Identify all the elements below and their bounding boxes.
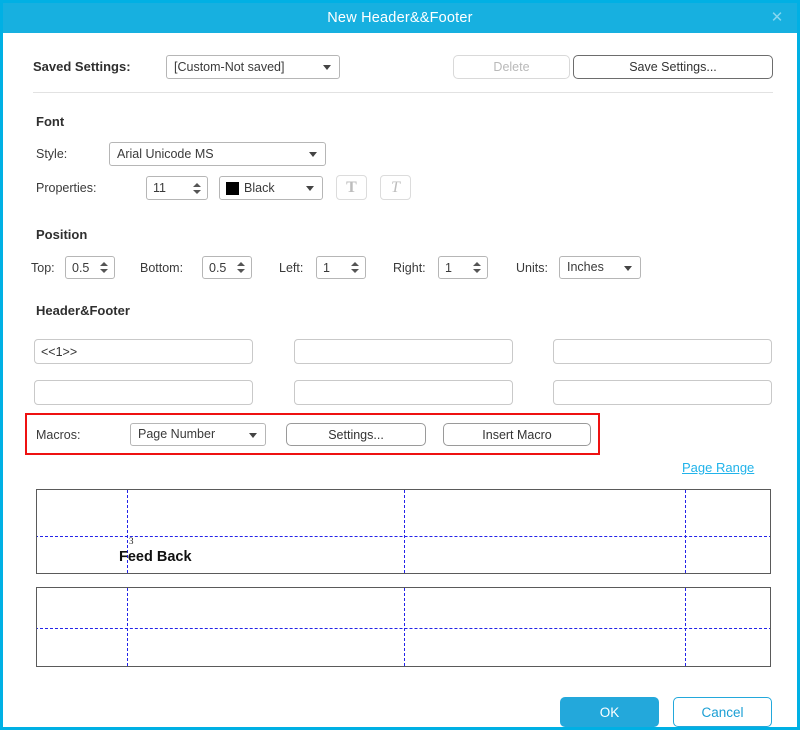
bold-toggle-button[interactable]: T <box>336 175 367 200</box>
stepper-arrows-icon[interactable] <box>350 257 360 278</box>
position-top-stepper[interactable]: 0.5 <box>65 256 115 279</box>
dialog-title: New Header&&Footer <box>327 10 473 26</box>
divider-top <box>33 92 773 93</box>
guide-vertical-center <box>404 588 405 666</box>
insert-macro-button[interactable]: Insert Macro <box>443 423 591 446</box>
stepper-arrows-icon[interactable] <box>472 257 482 278</box>
guide-horizontal-margin <box>37 536 770 537</box>
new-header-footer-dialog: New Header&&Footer ✕ Saved Settings: [Cu… <box>0 0 800 730</box>
position-top-value: 0.5 <box>72 260 90 275</box>
title-bar: New Header&&Footer ✕ <box>3 3 797 33</box>
position-bottom-value: 0.5 <box>209 260 227 275</box>
position-left-value: 1 <box>323 260 330 275</box>
close-icon[interactable]: ✕ <box>765 7 789 29</box>
font-size-value: 11 <box>153 181 166 195</box>
footer-right-input[interactable] <box>553 380 772 405</box>
position-units-value: Inches <box>567 260 604 275</box>
font-style-select[interactable]: Arial Unicode MS <box>109 142 326 166</box>
font-style-value: Arial Unicode MS <box>117 146 214 161</box>
macros-selected-value: Page Number <box>138 427 216 442</box>
chevron-down-icon <box>309 152 317 157</box>
italic-toggle-button[interactable]: T <box>380 175 411 200</box>
cancel-button[interactable]: Cancel <box>673 697 772 727</box>
position-bottom-stepper[interactable]: 0.5 <box>202 256 252 279</box>
font-section-title: Font <box>36 114 65 129</box>
font-color-value: Black <box>244 180 275 195</box>
position-right-stepper[interactable]: 1 <box>438 256 488 279</box>
position-left-stepper[interactable]: 1 <box>316 256 366 279</box>
saved-settings-label: Saved Settings: <box>33 59 131 74</box>
stepper-arrows-icon[interactable] <box>236 257 246 278</box>
font-style-label: Style: <box>36 147 68 161</box>
font-properties-label: Properties: <box>36 181 97 195</box>
guide-vertical-left <box>127 588 128 666</box>
chevron-down-icon <box>306 186 314 191</box>
guide-vertical-right <box>685 588 686 666</box>
guide-vertical-center <box>404 490 405 573</box>
position-section-title: Position <box>36 227 88 242</box>
header-center-input[interactable] <box>294 339 513 364</box>
header-left-input[interactable]: <<1>> <box>34 339 253 364</box>
guide-horizontal-margin <box>37 628 770 629</box>
position-right-label: Right: <box>393 261 426 275</box>
position-right-value: 1 <box>445 260 452 275</box>
saved-settings-select[interactable]: [Custom-Not saved] <box>166 55 340 79</box>
save-settings-button[interactable]: Save Settings... <box>573 55 773 79</box>
preview-body-text: Feed Back <box>119 549 192 565</box>
color-swatch <box>226 182 239 195</box>
font-color-select[interactable]: Black <box>219 176 323 200</box>
position-units-select[interactable]: Inches <box>559 256 641 279</box>
chevron-down-icon <box>624 265 632 271</box>
page-range-link[interactable]: Page Range <box>682 460 754 475</box>
footer-left-input[interactable] <box>34 380 253 405</box>
ok-button[interactable]: OK <box>560 697 659 727</box>
header-right-input[interactable] <box>553 339 772 364</box>
delete-settings-button[interactable]: Delete <box>453 55 570 79</box>
guide-vertical-right <box>685 490 686 573</box>
preview-page-first[interactable]: 3 Feed Back <box>36 489 771 574</box>
header-footer-section-title: Header&Footer <box>36 303 130 318</box>
footer-center-input[interactable] <box>294 380 513 405</box>
stepper-arrows-icon[interactable] <box>99 257 109 278</box>
saved-settings-value: [Custom-Not saved] <box>174 59 285 74</box>
macro-settings-button[interactable]: Settings... <box>286 423 426 446</box>
chevron-down-icon <box>323 65 331 70</box>
font-size-stepper[interactable]: 11 <box>146 176 208 200</box>
position-left-label: Left: <box>279 261 304 275</box>
stepper-arrows-icon[interactable] <box>192 177 202 199</box>
position-bottom-label: Bottom: <box>140 261 184 275</box>
macros-label: Macros: <box>36 428 81 442</box>
chevron-down-icon <box>249 432 257 438</box>
preview-page-second[interactable] <box>36 587 771 667</box>
position-units-label: Units: <box>516 261 548 275</box>
position-top-label: Top: <box>31 261 55 275</box>
macros-select[interactable]: Page Number <box>130 423 266 446</box>
preview-page-number: 3 <box>129 536 134 546</box>
